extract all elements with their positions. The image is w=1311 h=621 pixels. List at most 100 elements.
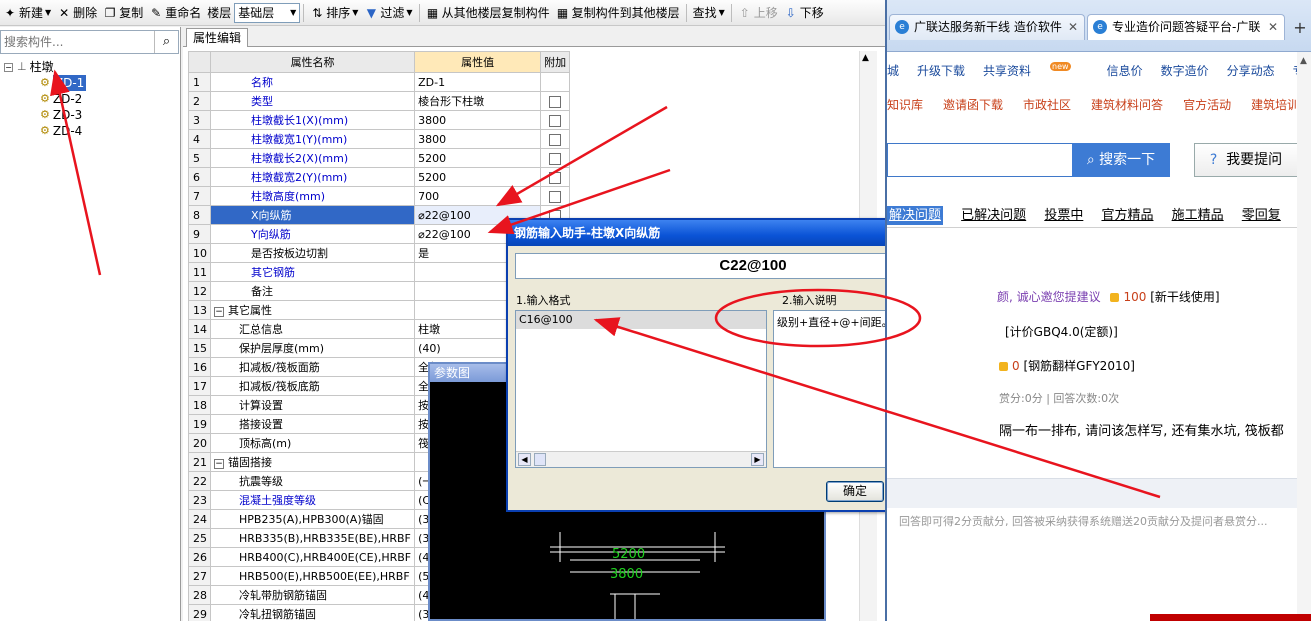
extra-checkbox[interactable] — [549, 190, 562, 203]
move-up-button[interactable]: ⇧ 上移 — [735, 2, 781, 24]
question-text[interactable]: 隔一布一排布, 请问该怎样写, 还有集水坑, 筏板都 — [999, 420, 1284, 439]
extra-checkbox[interactable] — [549, 133, 562, 146]
browser-tab-glodon-service[interactable]: e 广联达服务新干线 造价软件 ✕ — [889, 14, 1085, 40]
input-format-list: C16@100 ◀ ▶ — [515, 310, 767, 468]
ask-question-button[interactable]: ? 我要提问 — [1194, 143, 1298, 177]
property-name: 柱墩截长1(X)(mm) — [209, 110, 416, 130]
nav-item-price-info[interactable]: 信息价 — [1107, 62, 1143, 79]
format-item[interactable]: C16@100 — [516, 311, 766, 329]
collapse-icon[interactable]: − — [214, 459, 224, 469]
scroll-thumb[interactable] — [534, 453, 546, 466]
site-search-input[interactable] — [887, 143, 1072, 177]
property-extra — [540, 186, 571, 206]
property-value[interactable]: 3800 — [414, 129, 542, 149]
property-row[interactable]: 5 柱墩截长2(X)(mm) 5200 — [188, 148, 571, 168]
property-value[interactable]: 5200 — [414, 148, 542, 168]
close-tab-icon[interactable]: ✕ — [1268, 15, 1278, 39]
site-search-button[interactable]: ⌕ 搜索一下 — [1072, 143, 1170, 177]
tab-property-edit[interactable]: 属性编辑 — [186, 28, 249, 47]
tree-item-zd1[interactable]: ⚙ ZD-1 — [4, 75, 87, 91]
qtab-voting[interactable]: 投票中 — [1044, 208, 1083, 223]
delete-button[interactable]: ✕ 删除 — [54, 2, 100, 24]
qtab-zero-reply[interactable]: 零回复 — [1242, 208, 1281, 223]
dropdown-arrow-icon: ▼ — [406, 8, 413, 17]
property-row[interactable]: 2 类型 棱台形下柱墩 — [188, 91, 571, 111]
move-down-button[interactable]: ⇩ 下移 — [781, 2, 827, 24]
copy-from-floor-button[interactable]: ▦ 从其他楼层复制构件 — [423, 2, 553, 24]
collapse-icon[interactable]: − — [214, 307, 224, 317]
scroll-up-icon[interactable]: ▲ — [862, 53, 869, 63]
nav-item-shared-resources[interactable]: 共享资料 new — [983, 61, 1089, 79]
property-value[interactable]: 5200 — [414, 167, 542, 187]
question-category-line[interactable]: [计价GBQ4.0(定额)] — [1005, 323, 1118, 340]
find-button[interactable]: 查找 ▼ — [690, 2, 728, 24]
row-number: 19 — [188, 414, 211, 434]
search-icon[interactable]: ⌕ — [154, 31, 178, 53]
copy-button[interactable]: ❐ 复制 — [100, 2, 146, 24]
sort-button[interactable]: ⇅ 排序 ▼ — [307, 2, 361, 24]
property-value[interactable]: ZD-1 — [414, 72, 542, 92]
property-row[interactable]: 3 柱墩截长1(X)(mm) 3800 — [188, 110, 571, 130]
scroll-right-icon[interactable]: ▶ — [751, 453, 764, 466]
nav2-item-invitation[interactable]: 邀请函下载 — [943, 96, 1003, 113]
new-button[interactable]: ✦ 新建 ▼ — [0, 2, 54, 24]
qtab-resolved[interactable]: 已解决问题 — [961, 208, 1026, 223]
new-badge: new — [1050, 61, 1071, 71]
property-row[interactable]: 1 名称 ZD-1 — [188, 72, 571, 92]
dropdown-arrow-icon: ▼ — [45, 8, 52, 17]
extra-checkbox[interactable] — [549, 152, 562, 165]
browser-scrollbar[interactable]: ▲ — [1297, 52, 1311, 621]
close-tab-icon[interactable]: ✕ — [1068, 15, 1078, 39]
filter-button[interactable]: ▼ 过滤 ▼ — [361, 2, 415, 24]
qtab-official-picks[interactable]: 官方精品 — [1101, 208, 1153, 223]
extra-checkbox[interactable] — [549, 95, 562, 108]
property-row[interactable]: 6 柱墩截宽2(Y)(mm) 5200 — [188, 167, 571, 187]
property-value[interactable]: 3800 — [414, 110, 542, 130]
copy-to-floor-button[interactable]: ▦ 复制构件到其他楼层 — [553, 2, 683, 24]
ok-button[interactable]: 确定 — [826, 481, 884, 502]
tree-item-zd3[interactable]: ⚙ ZD-3 — [4, 107, 86, 123]
qtab-construction-picks[interactable]: 施工精品 — [1172, 208, 1224, 223]
property-name: 抗震等级 — [209, 471, 416, 491]
nav2-item-training[interactable]: 建筑培训 — [1251, 96, 1299, 113]
nav2-item-materials-qa[interactable]: 建筑材料问答 — [1091, 96, 1163, 113]
property-row[interactable]: 4 柱墩截宽1(Y)(mm) 3800 — [188, 129, 571, 149]
property-name: 柱墩截宽2(Y)(mm) — [209, 167, 416, 187]
property-name: 类型 — [209, 91, 416, 111]
row-number-header — [188, 51, 211, 73]
nav-item-digital-cost[interactable]: 数字造价 — [1161, 62, 1209, 79]
property-name-label: 保护层厚度(mm) — [239, 342, 325, 355]
tree-item-zd2[interactable]: ⚙ ZD-2 — [4, 91, 86, 107]
nav-item-share-news[interactable]: 分享动态 — [1227, 62, 1275, 79]
property-name-label: 名称 — [251, 76, 273, 89]
tree-item-zd4[interactable]: ⚙ ZD-4 — [4, 123, 86, 139]
tree-root-node[interactable]: − ⊥ 柱墩 — [4, 59, 86, 75]
scroll-up-icon[interactable]: ▲ — [1300, 56, 1307, 66]
floor-label: 楼层 — [207, 6, 232, 20]
answer-band — [887, 478, 1311, 508]
property-value[interactable]: 700 — [414, 186, 542, 206]
nav2-item-knowledge[interactable]: 知识库 — [887, 96, 923, 113]
nav2-item-official-events[interactable]: 官方活动 — [1183, 96, 1231, 113]
property-row[interactable]: 7 柱墩高度(mm) 700 — [188, 186, 571, 206]
row-number: 6 — [188, 167, 211, 187]
delete-icon: ✕ — [59, 5, 70, 20]
browser-tab-qa-platform[interactable]: e 专业造价问题答疑平台-广联 ✕ — [1087, 14, 1285, 40]
floor-select[interactable]: 基础层 ▼ — [234, 2, 301, 23]
rename-button[interactable]: ✎ 重命名 — [146, 2, 204, 24]
scroll-left-icon[interactable]: ◀ — [518, 453, 531, 466]
collapse-icon[interactable]: − — [4, 62, 13, 72]
qtab-resolve[interactable]: 解决问题 — [887, 206, 944, 225]
extra-checkbox[interactable] — [549, 171, 562, 184]
coin-icon — [1110, 293, 1120, 302]
property-value[interactable]: 棱台形下柱墩 — [414, 91, 542, 111]
new-tab-icon[interactable]: + — [1290, 18, 1310, 38]
nav2-item-municipal[interactable]: 市政社区 — [1023, 96, 1071, 113]
format-list-scrollbar[interactable]: ◀ ▶ — [516, 451, 766, 467]
property-name-label: 冷轧带肋钢筋锚固 — [239, 589, 327, 602]
suggestion-line: 颜, 诚心邀您提建议 100 [新干线使用] — [997, 290, 1220, 304]
nav-item-upgrade-download[interactable]: 升级下载 — [917, 62, 965, 79]
nav-item[interactable]: 城 — [887, 62, 899, 79]
extra-checkbox[interactable] — [549, 114, 562, 127]
component-search-input[interactable] — [1, 31, 151, 53]
